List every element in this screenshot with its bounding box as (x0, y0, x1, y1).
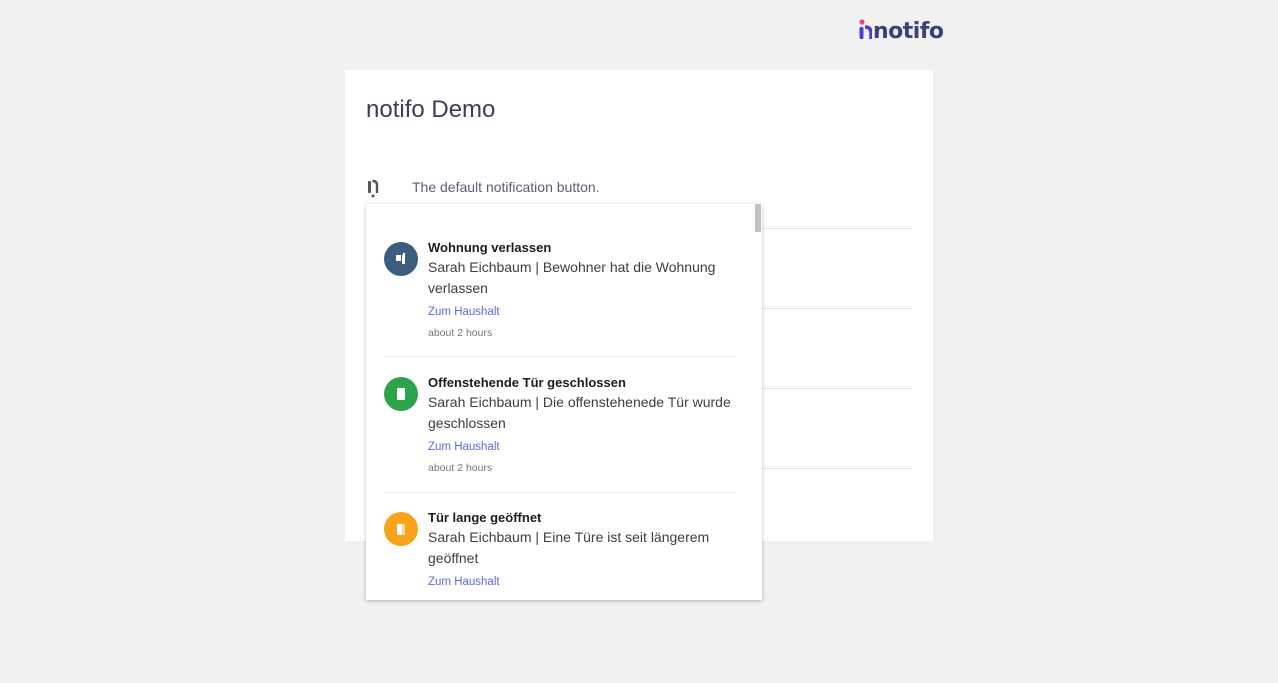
notification-time: about 2 hours (428, 327, 493, 339)
notifo-logo: notifo (858, 18, 944, 44)
popup-scrollbar[interactable] (755, 204, 761, 232)
default-notification-row: The default notification button. (366, 176, 600, 198)
notifo-logo-icon (859, 19, 872, 39)
notification-body: Sarah Eichbaum | Bewohner hat die Wohnun… (428, 259, 716, 296)
notification-time: about 2 hours (428, 462, 493, 474)
notifications-popup: Wohnung verlassen Sarah Eichbaum | Bewoh… (366, 204, 762, 600)
notification-item[interactable]: Offenstehende Tür geschlossen Sarah Eich… (384, 374, 736, 475)
notification-title: Wohnung verlassen (428, 240, 552, 255)
page-title: notifo Demo (366, 96, 496, 123)
notification-item[interactable]: Tür lange geöffnet Sarah Eichbaum | Eine… (384, 509, 736, 590)
notification-title: Offenstehende Tür geschlossen (428, 375, 626, 390)
notification-link[interactable]: Zum Haushalt (428, 574, 736, 590)
logo-text: notifo (873, 18, 944, 44)
demo-row-text: The default notification button. (412, 179, 600, 195)
notification-title: Tür lange geöffnet (428, 510, 542, 525)
notification-body: Sarah Eichbaum | Eine Türe ist seit läng… (428, 529, 710, 566)
door-open-icon (384, 512, 418, 546)
notification-divider (384, 356, 736, 357)
door-closed-icon (384, 377, 418, 411)
person-leaving-icon (384, 242, 418, 276)
notification-link[interactable]: Zum Haushalt (428, 304, 736, 320)
notification-divider (384, 492, 736, 493)
notification-body: Sarah Eichbaum | Die offenstehenede Tür … (428, 394, 731, 431)
notification-bell-icon[interactable] (366, 176, 380, 198)
notification-item[interactable]: Wohnung verlassen Sarah Eichbaum | Bewoh… (384, 239, 736, 340)
notification-link[interactable]: Zum Haushalt (428, 439, 736, 455)
